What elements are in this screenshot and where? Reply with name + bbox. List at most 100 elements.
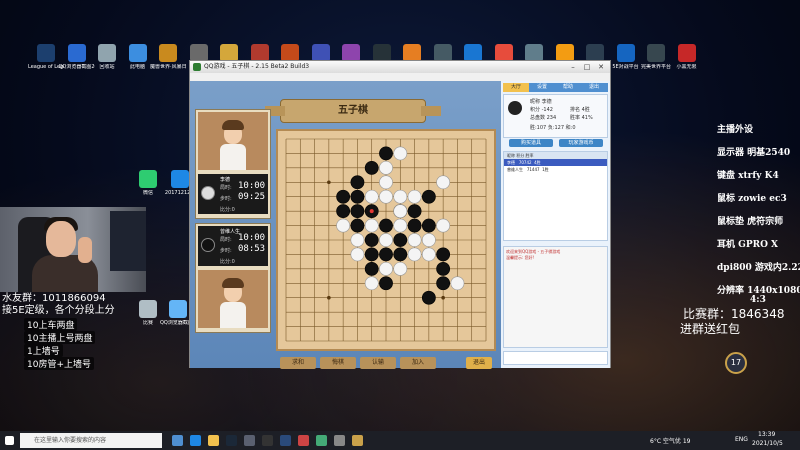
clock-date[interactable]: 2021/10/5: [752, 440, 783, 447]
spec-item: 鼠标垫 虎符宗师: [717, 217, 784, 227]
app-icon: [37, 44, 55, 62]
chat-input[interactable]: [503, 351, 608, 365]
tab-lobby[interactable]: 大厅: [503, 83, 529, 92]
medal-badge: 17: [725, 352, 747, 374]
spec-item: 显示器 明基2540: [717, 148, 791, 158]
folder-icon[interactable]: [208, 435, 219, 446]
undo-button[interactable]: 悔棋: [320, 357, 356, 369]
profile-panel: 昵称 李德 积分 -142 排名 4胜 总盘数 234 胜率 41% 胜:107…: [503, 94, 608, 138]
lang-indicator[interactable]: ENG: [735, 436, 748, 443]
desktop-icon-label: 小黑无限: [676, 64, 697, 70]
weather-text[interactable]: 6°C 空气优 19: [650, 436, 690, 445]
black-stone: [364, 247, 379, 262]
black-stone: [393, 233, 408, 247]
black-stone: [364, 233, 379, 247]
game-timer: 10:00: [238, 181, 266, 191]
app-icon[interactable]: [334, 435, 345, 446]
app-icon[interactable]: [262, 435, 273, 446]
white-stone: [407, 189, 422, 204]
clock-time[interactable]: 13:39: [758, 431, 775, 438]
white-stone: [379, 189, 393, 204]
player-card-bottom: 曾维人生 局时: 10:00 步时: 08:53 比分:0: [195, 223, 271, 333]
black-stone: [350, 218, 365, 233]
app-logo-icon: [193, 63, 201, 71]
player-info-bottom: 曾维人生 局时: 10:00 步时: 08:53 比分:0: [198, 226, 268, 266]
steam-icon[interactable]: [226, 435, 237, 446]
star-point: [327, 180, 331, 185]
white-stone: [364, 189, 379, 204]
app-icon[interactable]: [244, 435, 255, 446]
reward-4: 10房管+上墙号: [24, 357, 94, 370]
player-info-top: 李德 局时: 10:00 步时: 09:25 比分:0: [198, 174, 268, 214]
buy-items-button[interactable]: 购买道具: [509, 139, 553, 147]
black-stone: [379, 146, 393, 161]
white-stone: [393, 189, 408, 204]
step-timer: 09:25: [238, 192, 266, 202]
app-icon: [616, 44, 635, 62]
resign-button[interactable]: 认输: [360, 357, 396, 369]
edge-icon[interactable]: [190, 435, 201, 446]
desktop-icon[interactable]: 小黑无限: [669, 44, 705, 70]
board-grid[interactable]: [278, 131, 494, 349]
gomoku-taskbar-icon[interactable]: [352, 435, 363, 446]
player-avatar: [198, 270, 268, 328]
coins-button[interactable]: 玩家游戏币: [559, 139, 603, 147]
white-stone: [421, 247, 436, 262]
white-stone: [350, 247, 365, 262]
white-stone: [379, 175, 393, 190]
app-icon[interactable]: [298, 435, 309, 446]
menu-bar: [190, 73, 610, 81]
close-button[interactable]: ✕: [594, 62, 608, 72]
app-icon: [139, 170, 157, 188]
tab-exit[interactable]: 退出: [581, 83, 607, 92]
spec-item: 4:3: [750, 295, 766, 305]
join-button[interactable]: 加入: [400, 357, 436, 369]
black-stone: [379, 247, 393, 262]
maximize-button[interactable]: □: [580, 62, 594, 72]
app-icon[interactable]: [316, 435, 327, 446]
player-avatar: [198, 112, 268, 170]
taskbar: 在这里输入你要搜索的内容 6°C 空气优 19 ENG 13:39 2021/1…: [0, 431, 800, 450]
desktop-icon[interactable]: 微信: [130, 170, 166, 196]
white-stone: [407, 247, 422, 262]
app-icon[interactable]: [280, 435, 291, 446]
window-title: QQ游戏 - 五子棋 - 2.15 Beta2 Build3: [204, 63, 310, 70]
black-stone: [350, 189, 365, 204]
exit-button[interactable]: 退出: [466, 357, 492, 369]
draw-button[interactable]: 求和: [280, 357, 316, 369]
white-stone: [379, 233, 393, 247]
reward-3: 1上墙号: [24, 344, 63, 357]
webcam-feed: [0, 207, 146, 292]
white-stone: [421, 233, 436, 247]
minimize-button[interactable]: –: [566, 62, 580, 72]
spec-item: dpi800 游戏内2.22: [717, 263, 800, 273]
black-stone: [336, 189, 351, 204]
white-stone: [393, 146, 408, 161]
last-move-marker: [369, 209, 374, 214]
window-titlebar[interactable]: QQ游戏 - 五子棋 - 2.15 Beta2 Build3 – □ ✕: [190, 61, 610, 73]
tab-help[interactable]: 帮助: [555, 83, 581, 92]
app-icon: [647, 44, 665, 62]
rank-text: 接5E定级，各个分段上分: [2, 305, 115, 316]
search-input[interactable]: 在这里输入你要搜索的内容: [20, 433, 162, 448]
game-banner: 五子棋: [265, 99, 441, 123]
white-stone: [436, 218, 451, 233]
black-stone: [350, 204, 365, 219]
black-stone: [350, 175, 365, 190]
list-item[interactable]: 李德 70742 4胜: [504, 159, 607, 166]
app-icon: [128, 44, 147, 62]
chat-log: 欢迎来到QQ游戏 - 五子棋游戏 温馨提示: 您好!: [503, 246, 608, 348]
task-view-icon[interactable]: [172, 435, 183, 446]
white-stone: [364, 218, 379, 233]
gomoku-board[interactable]: [276, 129, 496, 351]
app-icon: [159, 44, 177, 62]
tab-settings[interactable]: 设置: [529, 83, 555, 92]
white-stone: [393, 218, 408, 233]
list-item[interactable]: 曾维人生 71447 1胜: [504, 166, 607, 173]
start-icon[interactable]: [5, 436, 14, 445]
app-icon: [169, 300, 187, 318]
contest-hint: 进群送红包: [680, 322, 741, 336]
game-timer: 10:00: [238, 233, 266, 243]
white-stone: [393, 204, 408, 219]
black-stone: [436, 276, 451, 291]
